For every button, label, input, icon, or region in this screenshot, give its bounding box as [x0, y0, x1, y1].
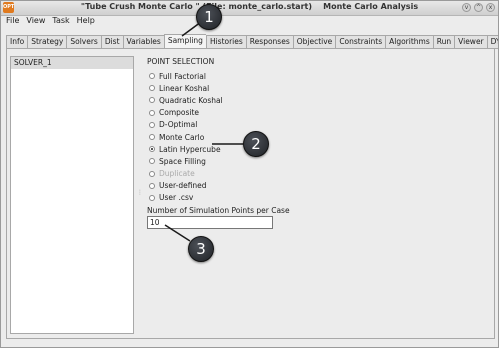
- radio-label: Full Factorial: [159, 71, 206, 81]
- tab-objective[interactable]: Objective: [292, 35, 336, 49]
- menu-help[interactable]: Help: [77, 15, 95, 27]
- sampling-panel: SOLVER_1 ⋮ POINT SELECTION Full Factoria…: [6, 48, 495, 339]
- radio-button-selected[interactable]: [149, 146, 155, 153]
- radio-full-factorial[interactable]: Full Factorial: [149, 70, 223, 82]
- radio-label: Latin Hypercube: [159, 144, 221, 154]
- window-title: "Tube Crush Monte Carlo " (File: monte_c…: [80, 2, 419, 11]
- splitter-handle[interactable]: ⋮: [137, 189, 143, 199]
- radio-user-csv[interactable]: User .csv: [149, 192, 223, 204]
- radio-duplicate: Duplicate: [149, 168, 223, 180]
- tab-viewer[interactable]: Viewer: [454, 35, 487, 49]
- tab-variables[interactable]: Variables: [122, 35, 164, 49]
- radio-button[interactable]: [149, 158, 155, 165]
- radio-label: Composite: [159, 108, 200, 118]
- tab-strategy[interactable]: Strategy: [27, 35, 67, 49]
- radio-label: Space Filling: [159, 156, 206, 166]
- radio-button[interactable]: [149, 73, 155, 80]
- title-bar: OPT "Tube Crush Monte Carlo " (File: mon…: [1, 1, 498, 16]
- menu-bar: File View Task Help: [1, 15, 498, 27]
- radio-button[interactable]: [149, 109, 155, 116]
- tab-algorithms[interactable]: Algorithms: [385, 35, 433, 49]
- tab-dist[interactable]: Dist: [100, 35, 123, 49]
- radio-button[interactable]: [149, 194, 155, 201]
- radio-label: User-defined: [159, 181, 207, 191]
- radio-d-optimal[interactable]: D-Optimal: [149, 119, 223, 131]
- radio-label: User .csv: [159, 193, 194, 203]
- solver-list-item[interactable]: SOLVER_1: [11, 57, 133, 69]
- callout-badge-1: 1: [196, 4, 222, 30]
- radio-linear-koshal[interactable]: Linear Koshal: [149, 82, 223, 94]
- menu-file[interactable]: File: [6, 15, 19, 27]
- tab-histories[interactable]: Histories: [205, 35, 246, 49]
- radio-button[interactable]: [149, 182, 155, 189]
- menu-view[interactable]: View: [26, 15, 45, 27]
- close-button[interactable]: x: [486, 3, 495, 12]
- solver-list[interactable]: SOLVER_1: [10, 56, 134, 334]
- point-selection-label: POINT SELECTION: [147, 57, 215, 66]
- radio-monte-carlo[interactable]: Monte Carlo: [149, 131, 223, 143]
- simulation-points-label: Number of Simulation Points per Case: [147, 206, 290, 215]
- radio-user-defined[interactable]: User-defined: [149, 180, 223, 192]
- tab-run[interactable]: Run: [432, 35, 455, 49]
- application-window: OPT "Tube Crush Monte Carlo " (File: mon…: [0, 0, 499, 348]
- tab-constraints[interactable]: Constraints: [335, 35, 386, 49]
- tab-dyna-stats[interactable]: DYNA Stats: [486, 35, 498, 49]
- radio-button[interactable]: [149, 121, 155, 128]
- simulation-points-input[interactable]: [147, 216, 273, 229]
- radio-button[interactable]: [149, 85, 155, 92]
- point-selection-options: Full Factorial Linear Koshal Quadratic K…: [149, 70, 223, 204]
- callout-badge-3: 3: [188, 236, 214, 262]
- radio-label: D-Optimal: [159, 120, 198, 130]
- tab-responses[interactable]: Responses: [245, 35, 293, 49]
- callout-badge-2: 2: [243, 131, 269, 157]
- minimize-button[interactable]: v: [462, 3, 471, 12]
- radio-latin-hypercube[interactable]: Latin Hypercube: [149, 143, 223, 155]
- tab-sampling[interactable]: Sampling: [163, 34, 206, 49]
- radio-button[interactable]: [149, 134, 155, 141]
- radio-space-filling[interactable]: Space Filling: [149, 155, 223, 167]
- radio-button-disabled: [149, 170, 155, 177]
- radio-label: Monte Carlo: [159, 132, 205, 142]
- radio-button[interactable]: [149, 97, 155, 104]
- radio-composite[interactable]: Composite: [149, 107, 223, 119]
- radio-label: Quadratic Koshal: [159, 95, 223, 105]
- menu-task[interactable]: Task: [52, 15, 69, 27]
- radio-label: Duplicate: [159, 169, 195, 179]
- radio-label: Linear Koshal: [159, 83, 210, 93]
- window-controls: v ^ x: [462, 3, 495, 12]
- tab-bar: Info Strategy Solvers Dist Variables Sam…: [6, 34, 498, 49]
- tab-info[interactable]: Info: [6, 35, 28, 49]
- maximize-button[interactable]: ^: [474, 3, 483, 12]
- tab-solvers[interactable]: Solvers: [66, 35, 101, 49]
- radio-quadratic-koshal[interactable]: Quadratic Koshal: [149, 94, 223, 106]
